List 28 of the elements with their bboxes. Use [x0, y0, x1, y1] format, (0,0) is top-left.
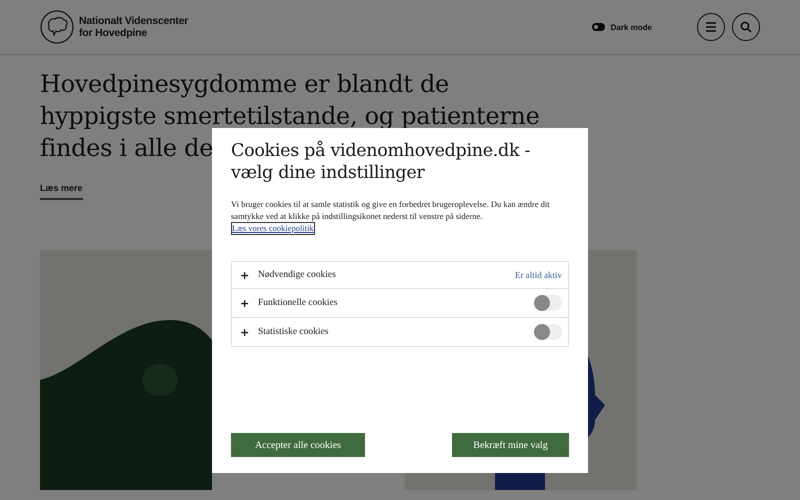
expand-icon[interactable]: + — [240, 296, 258, 310]
category-label: Funktionelle cookies — [258, 298, 338, 308]
menu-icon — [705, 22, 717, 32]
dialog-text: Vi bruger cookies til at samle statistik og give en forbedret brugeroplevelse. Du kan ændre dit samtykke ved at klikke på indstillingsikonet nederst til venstre på siderne. — [231, 198, 551, 222]
cookie-toggle[interactable] — [534, 295, 562, 311]
consent-button[interactable]: Bekræft mine valg — [452, 433, 569, 457]
category-label: Nødvendige cookies — [258, 270, 337, 280]
cookie-category-row[interactable]: + Statistiske cookies — [232, 317, 568, 346]
dark-mode-toggle[interactable] — [592, 23, 605, 31]
expand-icon[interactable]: + — [240, 268, 258, 282]
brain-logo-icon[interactable] — [40, 10, 74, 44]
search-icon — [740, 21, 752, 33]
menu-button[interactable] — [697, 13, 725, 41]
expand-icon[interactable]: + — [240, 326, 258, 338]
dark-mode-label: Dark mode — [610, 22, 652, 32]
consent-button[interactable]: Accepter alle cookies — [231, 433, 365, 457]
category-label: Statistiske cookies — [258, 327, 330, 337]
always-active-label: Er altid aktiv — [515, 270, 562, 280]
dialog-title: Cookies på videnomhovedpine.dk - vælg dine indstillinger — [231, 140, 532, 184]
cookie-policy-link[interactable]: Læs vores cookiepolitik — [231, 222, 315, 235]
headline-line: findes i alle de — [40, 133, 214, 163]
read-more-link[interactable]: Læs mere — [40, 183, 83, 200]
site-name[interactable]: Nationalt Videnscenter for Hovedpine — [79, 15, 188, 39]
headline-line: Hovedpinesygdomme er blandt de — [40, 69, 449, 99]
search-button[interactable] — [732, 13, 760, 41]
cookie-category-row[interactable]: + Funktionelle cookies — [232, 288, 568, 317]
cookie-toggle[interactable] — [534, 324, 562, 340]
cookie-category-row[interactable]: + Nødvendige cookies Er altid aktiv — [232, 262, 568, 288]
